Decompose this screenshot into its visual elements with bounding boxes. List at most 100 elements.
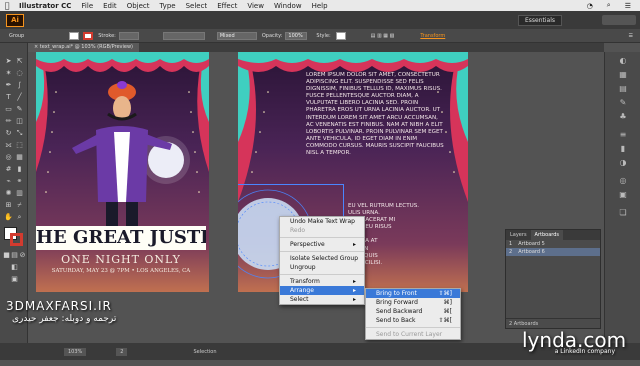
menu-type[interactable]: Type (155, 2, 181, 10)
search-icon[interactable]: ⌕ (602, 1, 616, 10)
artboard-row[interactable]: 1 Artboard 5 (506, 240, 600, 248)
artboard-tool-icon[interactable]: ⊞ (4, 201, 13, 210)
menu-item-isolate[interactable]: Isolate Selected Group (280, 254, 364, 263)
transparency-panel-icon[interactable]: ◑ (616, 158, 630, 170)
lasso-tool-icon[interactable]: ◌ (15, 69, 24, 78)
type-tool-icon[interactable]: T (4, 93, 13, 102)
menu-item-bring-to-front[interactable]: Bring to Front ⇧⌘] (366, 289, 460, 298)
wifi-icon[interactable]: ◔ (582, 2, 598, 10)
width-tool-icon[interactable]: ⟗ (4, 141, 13, 150)
screen-mode-icon[interactable]: ▣ (10, 275, 19, 284)
app-name-menu[interactable]: Illustrator CC (14, 2, 76, 10)
hand-tool-icon[interactable]: ✋ (4, 213, 13, 222)
selection-tool-icon[interactable]: ➤ (4, 57, 13, 66)
symbols-panel-icon[interactable]: ♣ (616, 112, 630, 124)
list-icon[interactable]: ☰ (620, 2, 636, 10)
stroke-box[interactable] (10, 233, 23, 246)
zoom-tool-icon[interactable]: ⌕ (15, 213, 24, 222)
brush-style-dropdown[interactable]: Mixed (216, 31, 257, 40)
menu-view[interactable]: View (242, 2, 269, 10)
draw-mode-icon[interactable]: ◧ (10, 263, 19, 272)
menu-item-arrange[interactable]: Arrange ▸ (280, 286, 364, 295)
appearance-panel-icon[interactable]: ◎ (616, 176, 630, 188)
menu-item-transform[interactable]: Transform ▸ (280, 277, 364, 286)
gradient-tool-icon[interactable]: ▮ (15, 165, 24, 174)
workspace-switcher[interactable]: Essentials (517, 14, 562, 26)
stroke-weight-field[interactable] (118, 31, 139, 40)
help-search-input[interactable] (602, 15, 636, 25)
shape-builder-tool-icon[interactable]: ◎ (4, 153, 13, 162)
align-icons[interactable]: ▤ ▥ ▦ ▧ (368, 33, 398, 39)
eyedropper-tool-icon[interactable]: ⌁ (4, 177, 13, 186)
tab-artboards[interactable]: Artboards (530, 230, 564, 240)
opacity-field[interactable]: 100% (285, 31, 308, 40)
mesh-tool-icon[interactable]: # (4, 165, 13, 174)
none-mode-icon[interactable]: ⊘ (18, 251, 27, 260)
magic-wand-tool-icon[interactable]: ✶ (4, 69, 13, 78)
menu-item-send-to-back[interactable]: Send to Back ⇧⌘[ (366, 316, 460, 325)
panel-menu-icon[interactable]: ☰ (626, 33, 636, 39)
menu-item-select[interactable]: Select ▸ (280, 295, 364, 304)
rotate-tool-icon[interactable]: ↻ (4, 129, 13, 138)
color-panel-icon[interactable]: ◐ (616, 56, 630, 68)
stroke-panel-icon[interactable]: ≡ (616, 130, 630, 142)
menu-file[interactable]: File (76, 2, 98, 10)
artboard-index: 1 (509, 241, 513, 247)
zoom-level[interactable]: 103% (64, 347, 87, 356)
graph-tool-icon[interactable]: ▥ (15, 189, 24, 198)
stroke-label: Stroke: (98, 32, 116, 39)
poster-subtitle: ONE NIGHT ONLY (61, 253, 181, 266)
transform-link[interactable]: Transform (417, 33, 448, 39)
fill-swatch[interactable] (69, 31, 80, 40)
blend-tool-icon[interactable]: ⚭ (15, 177, 24, 186)
perspective-grid-tool-icon[interactable]: ▦ (15, 153, 24, 162)
stroke-swatch[interactable] (83, 31, 94, 40)
gradient-panel-icon[interactable]: ▮ (616, 144, 630, 156)
color-guide-icon[interactable]: ▦ (616, 70, 630, 82)
line-tool-icon[interactable]: ╱ (15, 93, 24, 102)
menu-object[interactable]: Object (122, 2, 155, 10)
symbol-sprayer-tool-icon[interactable]: ✺ (4, 189, 13, 198)
eraser-tool-icon[interactable]: ◫ (15, 117, 24, 126)
document-tab[interactable]: × text_wrap.ai* @ 103% (RGB/Preview) (28, 43, 139, 52)
menu-effect[interactable]: Effect (212, 2, 242, 10)
curvature-tool-icon[interactable]: ∫ (15, 81, 24, 90)
menu-item-send-backward[interactable]: Send Backward ⌘[ (366, 307, 460, 316)
variable-width-dropdown[interactable] (162, 31, 205, 40)
swatches-panel-icon[interactable]: ▤ (616, 84, 630, 96)
menu-item-ungroup[interactable]: Ungroup (280, 263, 364, 272)
pencil-tool-icon[interactable]: ✏ (4, 117, 13, 126)
paintbrush-tool-icon[interactable]: ✎ (15, 105, 24, 114)
menu-separator (280, 251, 364, 252)
slice-tool-icon[interactable]: ⌿ (15, 201, 24, 210)
menu-item-bring-forward[interactable]: Bring Forward ⌘] (366, 298, 460, 307)
menu-edit[interactable]: Edit (98, 2, 122, 10)
apple-icon[interactable]:  (0, 1, 14, 10)
direct-selection-tool-icon[interactable]: ⇱ (15, 57, 24, 66)
tab-layers[interactable]: Layers (506, 230, 531, 240)
fill-stroke-indicator[interactable] (4, 227, 24, 247)
scale-tool-icon[interactable]: ⤡ (15, 129, 24, 138)
free-transform-tool-icon[interactable]: ⬚ (15, 141, 24, 150)
wrapped-body-text[interactable]: LOREM IPSUM DOLOR SIT AMET, CONSECTETUR … (306, 72, 444, 157)
menu-item-perspective[interactable]: Perspective ▸ (280, 240, 364, 249)
layers-panel-icon[interactable]: ❏ (616, 208, 630, 220)
graphic-style-swatch[interactable] (335, 31, 346, 40)
menu-select[interactable]: Select (181, 2, 213, 10)
artboard-left[interactable]: HE GREAT JUSTINI ONE NIGHT ONLY SATURDAY… (36, 52, 209, 292)
tools-panel: ➤ ⇱ ✶ ◌ ✒ ∫ T ╱ ▭ ✎ ✏ ◫ ↻ ⤡ ⟗ ⬚ ◎ ▦ # ▮ … (0, 43, 28, 343)
artboard-navigator[interactable]: 2 (116, 347, 128, 356)
menu-item-undo[interactable]: Undo Make Text Wrap (280, 217, 364, 226)
opacity-label[interactable]: Opacity: (259, 33, 286, 39)
close-icon[interactable]: × (34, 44, 38, 50)
menu-help[interactable]: Help (307, 2, 333, 10)
artboard-count: 2 Artboards (509, 321, 539, 327)
graphic-styles-panel-icon[interactable]: ▣ (616, 190, 630, 202)
pen-tool-icon[interactable]: ✒ (4, 81, 13, 90)
rectangle-tool-icon[interactable]: ▭ (4, 105, 13, 114)
poster-title: HE GREAT JUSTINI (36, 226, 206, 250)
brushes-panel-icon[interactable]: ✎ (616, 98, 630, 110)
menu-window[interactable]: Window (269, 2, 307, 10)
menu-item-send-to-current-layer: Send to Current Layer (376, 331, 443, 338)
artboard-row[interactable]: 2 Artboard 6 (506, 248, 600, 256)
